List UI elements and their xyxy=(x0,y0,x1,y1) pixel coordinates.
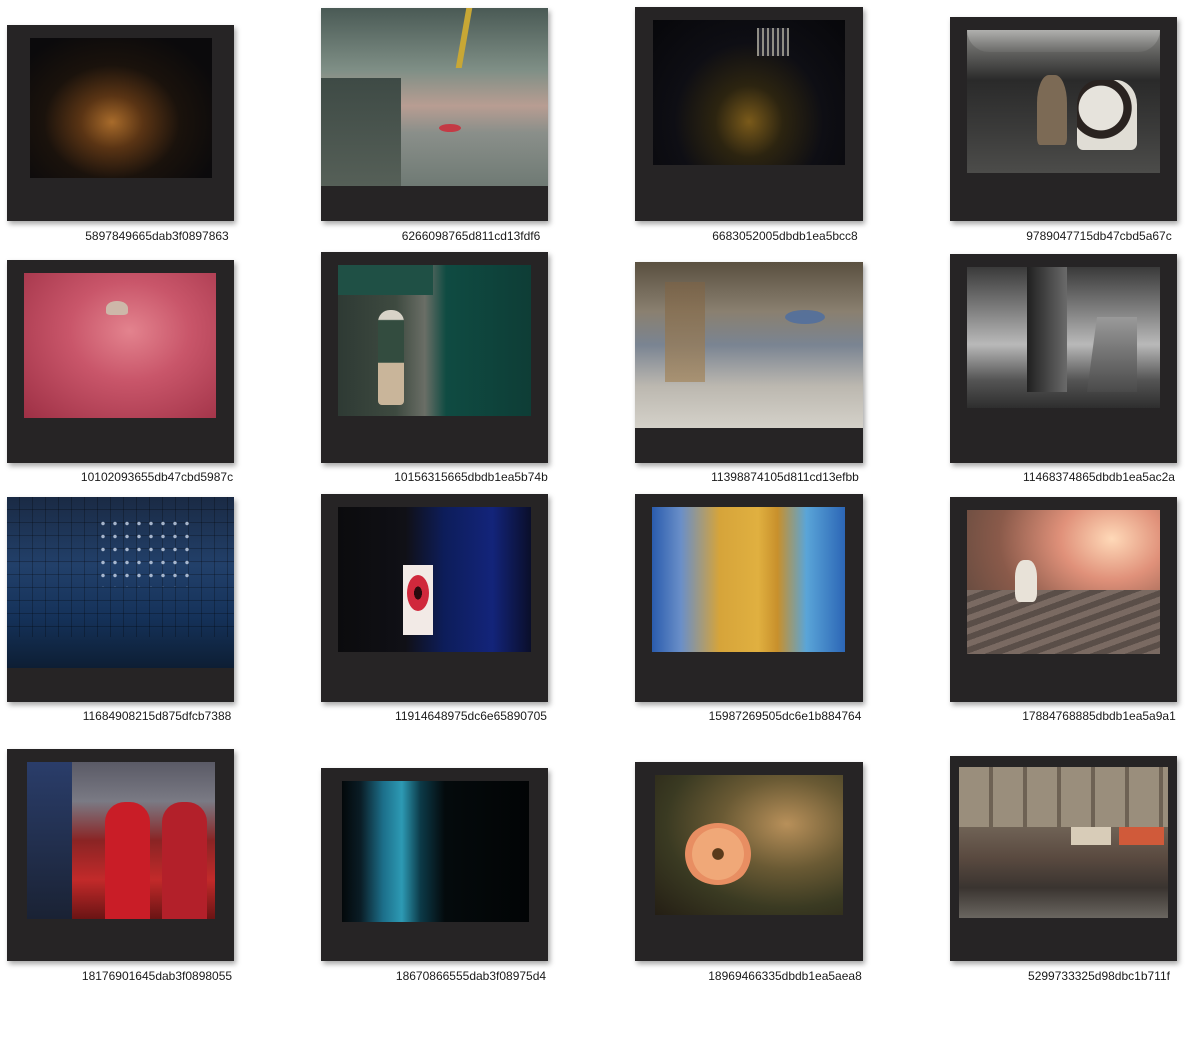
file-name[interactable]: 11684908215d875dfcb7388 xyxy=(0,709,314,723)
file-tile[interactable]: 6683052005dbdb1ea5bcc8 xyxy=(628,0,942,243)
file-name[interactable]: 11468374865dbdb1ea5ac2a xyxy=(942,470,1200,484)
photo-blue-escalator xyxy=(342,781,529,922)
file-tile[interactable]: 18176901645dab3f0898055 xyxy=(0,736,314,983)
thumbnail[interactable] xyxy=(7,260,234,463)
photo-blue-building xyxy=(7,497,234,668)
photo-night-alley xyxy=(653,20,845,165)
file-name[interactable]: 11914648975dc6e65890705 xyxy=(314,709,628,723)
file-name[interactable]: 10102093655db47cbd5987c xyxy=(0,470,314,484)
file-tile[interactable]: 5897849665dab3f0897863 xyxy=(0,12,314,252)
file-name[interactable]: 17884768885dbdb1ea5a9a1 xyxy=(942,709,1200,723)
file-tile[interactable]: 10156315665dbdb1ea5b74b xyxy=(314,252,628,492)
file-tile[interactable]: 11398874105d811cd13efbb xyxy=(628,252,942,492)
file-name[interactable]: 18969466335dbdb1ea5aea8 xyxy=(628,969,942,983)
file-tile[interactable]: 11468374865dbdb1ea5ac2a xyxy=(942,252,1200,492)
photo-rainy-street xyxy=(321,8,548,186)
photo-blur-gold xyxy=(652,507,845,652)
thumbnail[interactable] xyxy=(321,252,548,463)
file-tile[interactable]: 5299733325d98dbc1b711f xyxy=(942,736,1200,983)
thumbnail[interactable] xyxy=(7,749,234,961)
photo-man-green-door xyxy=(338,265,531,416)
file-tile[interactable]: 11914648975dc6e65890705 xyxy=(314,490,628,730)
file-name[interactable]: 5897849665dab3f0897863 xyxy=(0,229,314,243)
file-name[interactable]: 9789047715db47cbd5a67c xyxy=(942,229,1200,243)
file-name[interactable]: 6683052005dbdb1ea5bcc8 xyxy=(628,229,942,243)
photo-bw-buildings xyxy=(967,267,1160,408)
file-name[interactable]: 5299733325d98dbc1b711f xyxy=(942,969,1200,983)
file-tile[interactable]: 18969466335dbdb1ea5aea8 xyxy=(628,736,942,983)
photo-lips-billboard xyxy=(338,507,531,652)
photo-night-street xyxy=(30,38,212,178)
photo-pink-grass xyxy=(24,273,216,418)
thumbnail[interactable] xyxy=(635,7,863,221)
thumbnail[interactable] xyxy=(950,497,1177,702)
thumbnail[interactable] xyxy=(7,25,234,221)
file-name[interactable]: 18670866555dab3f08975d4 xyxy=(314,969,628,983)
photo-shop-street xyxy=(959,767,1168,918)
thumbnail[interactable] xyxy=(321,8,548,221)
photo-cats-under-car xyxy=(967,30,1160,173)
thumbnail[interactable] xyxy=(950,756,1177,961)
file-tile[interactable]: 18670866555dab3f08975d4 xyxy=(314,736,628,983)
photo-cat-rooftop xyxy=(967,510,1160,654)
thumbnail[interactable] xyxy=(635,494,863,702)
thumbnail[interactable] xyxy=(635,762,863,961)
file-tile[interactable]: 9789047715db47cbd5a67c xyxy=(942,0,1200,243)
thumbnail[interactable] xyxy=(950,254,1177,463)
thumbnail[interactable] xyxy=(7,497,234,702)
thumbnail[interactable] xyxy=(321,768,548,961)
photo-people-red-coats xyxy=(27,762,215,919)
file-name[interactable]: 10156315665dbdb1ea5b74b xyxy=(314,470,628,484)
file-tile[interactable]: 10102093655db47cbd5987c xyxy=(0,252,314,492)
file-tile[interactable]: 15987269505dc6e1b884764 xyxy=(628,490,942,730)
file-name[interactable]: 6266098765d811cd13fdf6 xyxy=(314,229,628,243)
photo-rainy-window xyxy=(635,262,863,428)
thumbnail[interactable] xyxy=(321,494,548,702)
file-name[interactable]: 11398874105d811cd13efbb xyxy=(628,470,942,484)
file-name[interactable]: 18176901645dab3f0898055 xyxy=(0,969,314,983)
file-tile[interactable]: 6266098765d811cd13fdf6 xyxy=(314,0,628,243)
file-tile[interactable]: 11684908215d875dfcb7388 xyxy=(0,490,314,730)
file-name[interactable]: 15987269505dc6e1b884764 xyxy=(628,709,942,723)
file-tile[interactable]: 17884768885dbdb1ea5a9a1 xyxy=(942,490,1200,730)
thumbnail[interactable] xyxy=(635,262,863,463)
photo-orange-flower-bee xyxy=(655,775,843,915)
thumbnail[interactable] xyxy=(950,17,1177,221)
